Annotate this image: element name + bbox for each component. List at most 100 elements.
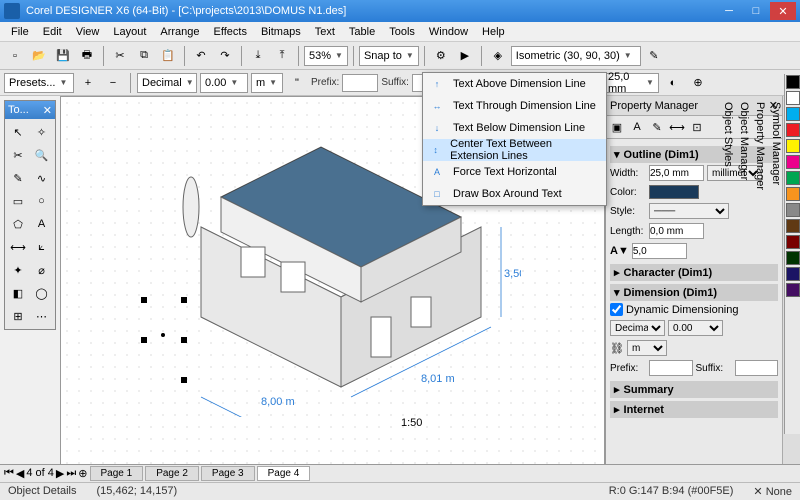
extra1-icon[interactable]: ◐ [662, 72, 684, 94]
color-white[interactable] [786, 91, 800, 105]
tab-object-manager[interactable]: Object Manager [736, 96, 752, 476]
minimize-button[interactable]: ─ [716, 2, 742, 20]
color-cyan[interactable] [786, 107, 800, 121]
freehand-tool-icon[interactable]: ✎ [7, 167, 29, 189]
open-icon[interactable]: 📂 [28, 45, 50, 67]
save-icon[interactable]: 💾 [52, 45, 74, 67]
menu-effects[interactable]: Effects [207, 24, 254, 40]
menu-text[interactable]: Text [308, 24, 342, 40]
misc-tool-icon[interactable]: ⋯ [31, 305, 53, 327]
maximize-button[interactable]: □ [743, 2, 769, 20]
tab-symbol-manager[interactable]: Symbol Manager [768, 96, 784, 476]
proj-edit-icon[interactable]: ✎ [643, 45, 665, 67]
menu-text-horizontal[interactable]: AForce Text Horizontal [423, 161, 606, 183]
dim-precision-dropdown[interactable]: 0.00▼ [200, 73, 248, 93]
color-red[interactable] [786, 123, 800, 137]
dim-style-select[interactable]: Decimal [610, 320, 665, 336]
color-black[interactable] [786, 75, 800, 89]
menu-text-below[interactable]: ↓Text Below Dimension Line [423, 117, 606, 139]
length-input[interactable] [649, 223, 704, 239]
ellipse-tool-icon[interactable]: ○ [31, 190, 53, 212]
del-preset-icon[interactable]: − [102, 72, 124, 94]
dprefix-input[interactable] [649, 360, 693, 376]
new-icon[interactable]: ▫ [4, 45, 26, 67]
menu-table[interactable]: Table [342, 24, 382, 40]
tab-page2[interactable]: Page 2 [145, 466, 199, 481]
color-gray[interactable] [786, 203, 800, 217]
docker-tab2-icon[interactable]: A [628, 118, 646, 136]
close-button[interactable]: ✕ [770, 2, 796, 20]
page-add-icon[interactable]: ⊕ [78, 467, 87, 480]
eyedrop-tool-icon[interactable]: ⌀ [31, 259, 53, 281]
presets-dropdown[interactable]: Presets...▼ [4, 73, 74, 93]
zoom-tool-icon[interactable]: 🔍 [31, 144, 53, 166]
color-brown[interactable] [786, 219, 800, 233]
menu-edit[interactable]: Edit [36, 24, 69, 40]
menu-text-box[interactable]: □Draw Box Around Text [423, 183, 606, 205]
menu-text-through[interactable]: ↔Text Through Dimension Line [423, 95, 606, 117]
dynamic-checkbox[interactable] [610, 303, 623, 316]
color-darkred[interactable] [786, 235, 800, 249]
crop-tool-icon[interactable]: ✂ [7, 144, 29, 166]
menu-help[interactable]: Help [475, 24, 512, 40]
page-nav-first-icon[interactable]: ⏮ [4, 467, 14, 480]
copy-icon[interactable]: ⧉ [133, 45, 155, 67]
dim-unit-select[interactable]: m [627, 340, 667, 356]
page-nav-last-icon[interactable]: ⏭ [66, 467, 76, 480]
color-darkgreen[interactable] [786, 251, 800, 265]
page-nav-prev-icon[interactable]: ◀ [16, 467, 24, 480]
toolbox-close-icon[interactable]: ✕ [43, 104, 52, 117]
tab-page1[interactable]: Page 1 [90, 466, 144, 481]
show-units-icon[interactable]: " [286, 72, 308, 94]
color-orange[interactable] [786, 187, 800, 201]
fill-tool-icon[interactable]: ◧ [7, 282, 29, 304]
menu-layout[interactable]: Layout [106, 24, 153, 40]
docker-tab1-icon[interactable]: ▣ [608, 118, 626, 136]
tab-object-styles[interactable]: Object Styles [720, 96, 736, 476]
menu-arrange[interactable]: Arrange [153, 24, 206, 40]
extra2-icon[interactable]: ⊕ [687, 72, 709, 94]
dimension-tool-icon[interactable]: ⟷ [7, 236, 29, 258]
add-preset-icon[interactable]: + [77, 72, 99, 94]
width-input[interactable] [649, 165, 704, 181]
print-icon[interactable]: 🖶 [76, 45, 98, 67]
fontsize-input[interactable] [632, 243, 687, 259]
redo-icon[interactable]: ↷ [214, 45, 236, 67]
dim-unit-dropdown[interactable]: m▼ [251, 73, 283, 93]
tab-page4[interactable]: Page 4 [257, 466, 311, 481]
effects-tool-icon[interactable]: ✦ [7, 259, 29, 281]
tab-property-manager[interactable]: Property Manager [752, 96, 768, 476]
snap-dropdown[interactable]: Snap to▼ [359, 46, 419, 66]
curve-tool-icon[interactable]: ∿ [31, 167, 53, 189]
import-icon[interactable]: ⤓ [247, 45, 269, 67]
color-purple[interactable] [786, 283, 800, 297]
menu-window[interactable]: Window [422, 24, 475, 40]
export-icon[interactable]: ⤒ [271, 45, 293, 67]
polygon-tool-icon[interactable]: ⬠ [7, 213, 29, 235]
zoom-dropdown[interactable]: 53%▼ [304, 46, 348, 66]
table-tool-icon[interactable]: ⊞ [7, 305, 29, 327]
tab-page3[interactable]: Page 3 [201, 466, 255, 481]
menu-text-above[interactable]: ↑Text Above Dimension Line [423, 73, 606, 95]
docker-tab3-icon[interactable]: ✎ [648, 118, 666, 136]
cut-icon[interactable]: ✂ [109, 45, 131, 67]
color-yellow[interactable] [786, 139, 800, 153]
prefix-input[interactable] [342, 74, 378, 92]
outline-style[interactable]: ─── [649, 203, 729, 219]
line-width-dropdown[interactable]: 25,0 mm▼ [603, 73, 659, 93]
connector-tool-icon[interactable]: ⟀ [31, 236, 53, 258]
outline-tool-icon[interactable]: ◯ [31, 282, 53, 304]
link-icon[interactable]: ⛓ [610, 342, 624, 355]
undo-icon[interactable]: ↶ [190, 45, 212, 67]
menu-text-center[interactable]: ↕Center Text Between Extension Lines [423, 139, 606, 161]
menu-bitmaps[interactable]: Bitmaps [254, 24, 308, 40]
launch-icon[interactable]: ▶ [454, 45, 476, 67]
menu-file[interactable]: File [4, 24, 36, 40]
shape-tool-icon[interactable]: ✧ [31, 121, 53, 143]
menu-tools[interactable]: Tools [382, 24, 422, 40]
text-tool-icon[interactable]: A [31, 213, 53, 235]
color-magenta[interactable] [786, 155, 800, 169]
color-green[interactable] [786, 171, 800, 185]
color-navy[interactable] [786, 267, 800, 281]
menu-view[interactable]: View [69, 24, 107, 40]
